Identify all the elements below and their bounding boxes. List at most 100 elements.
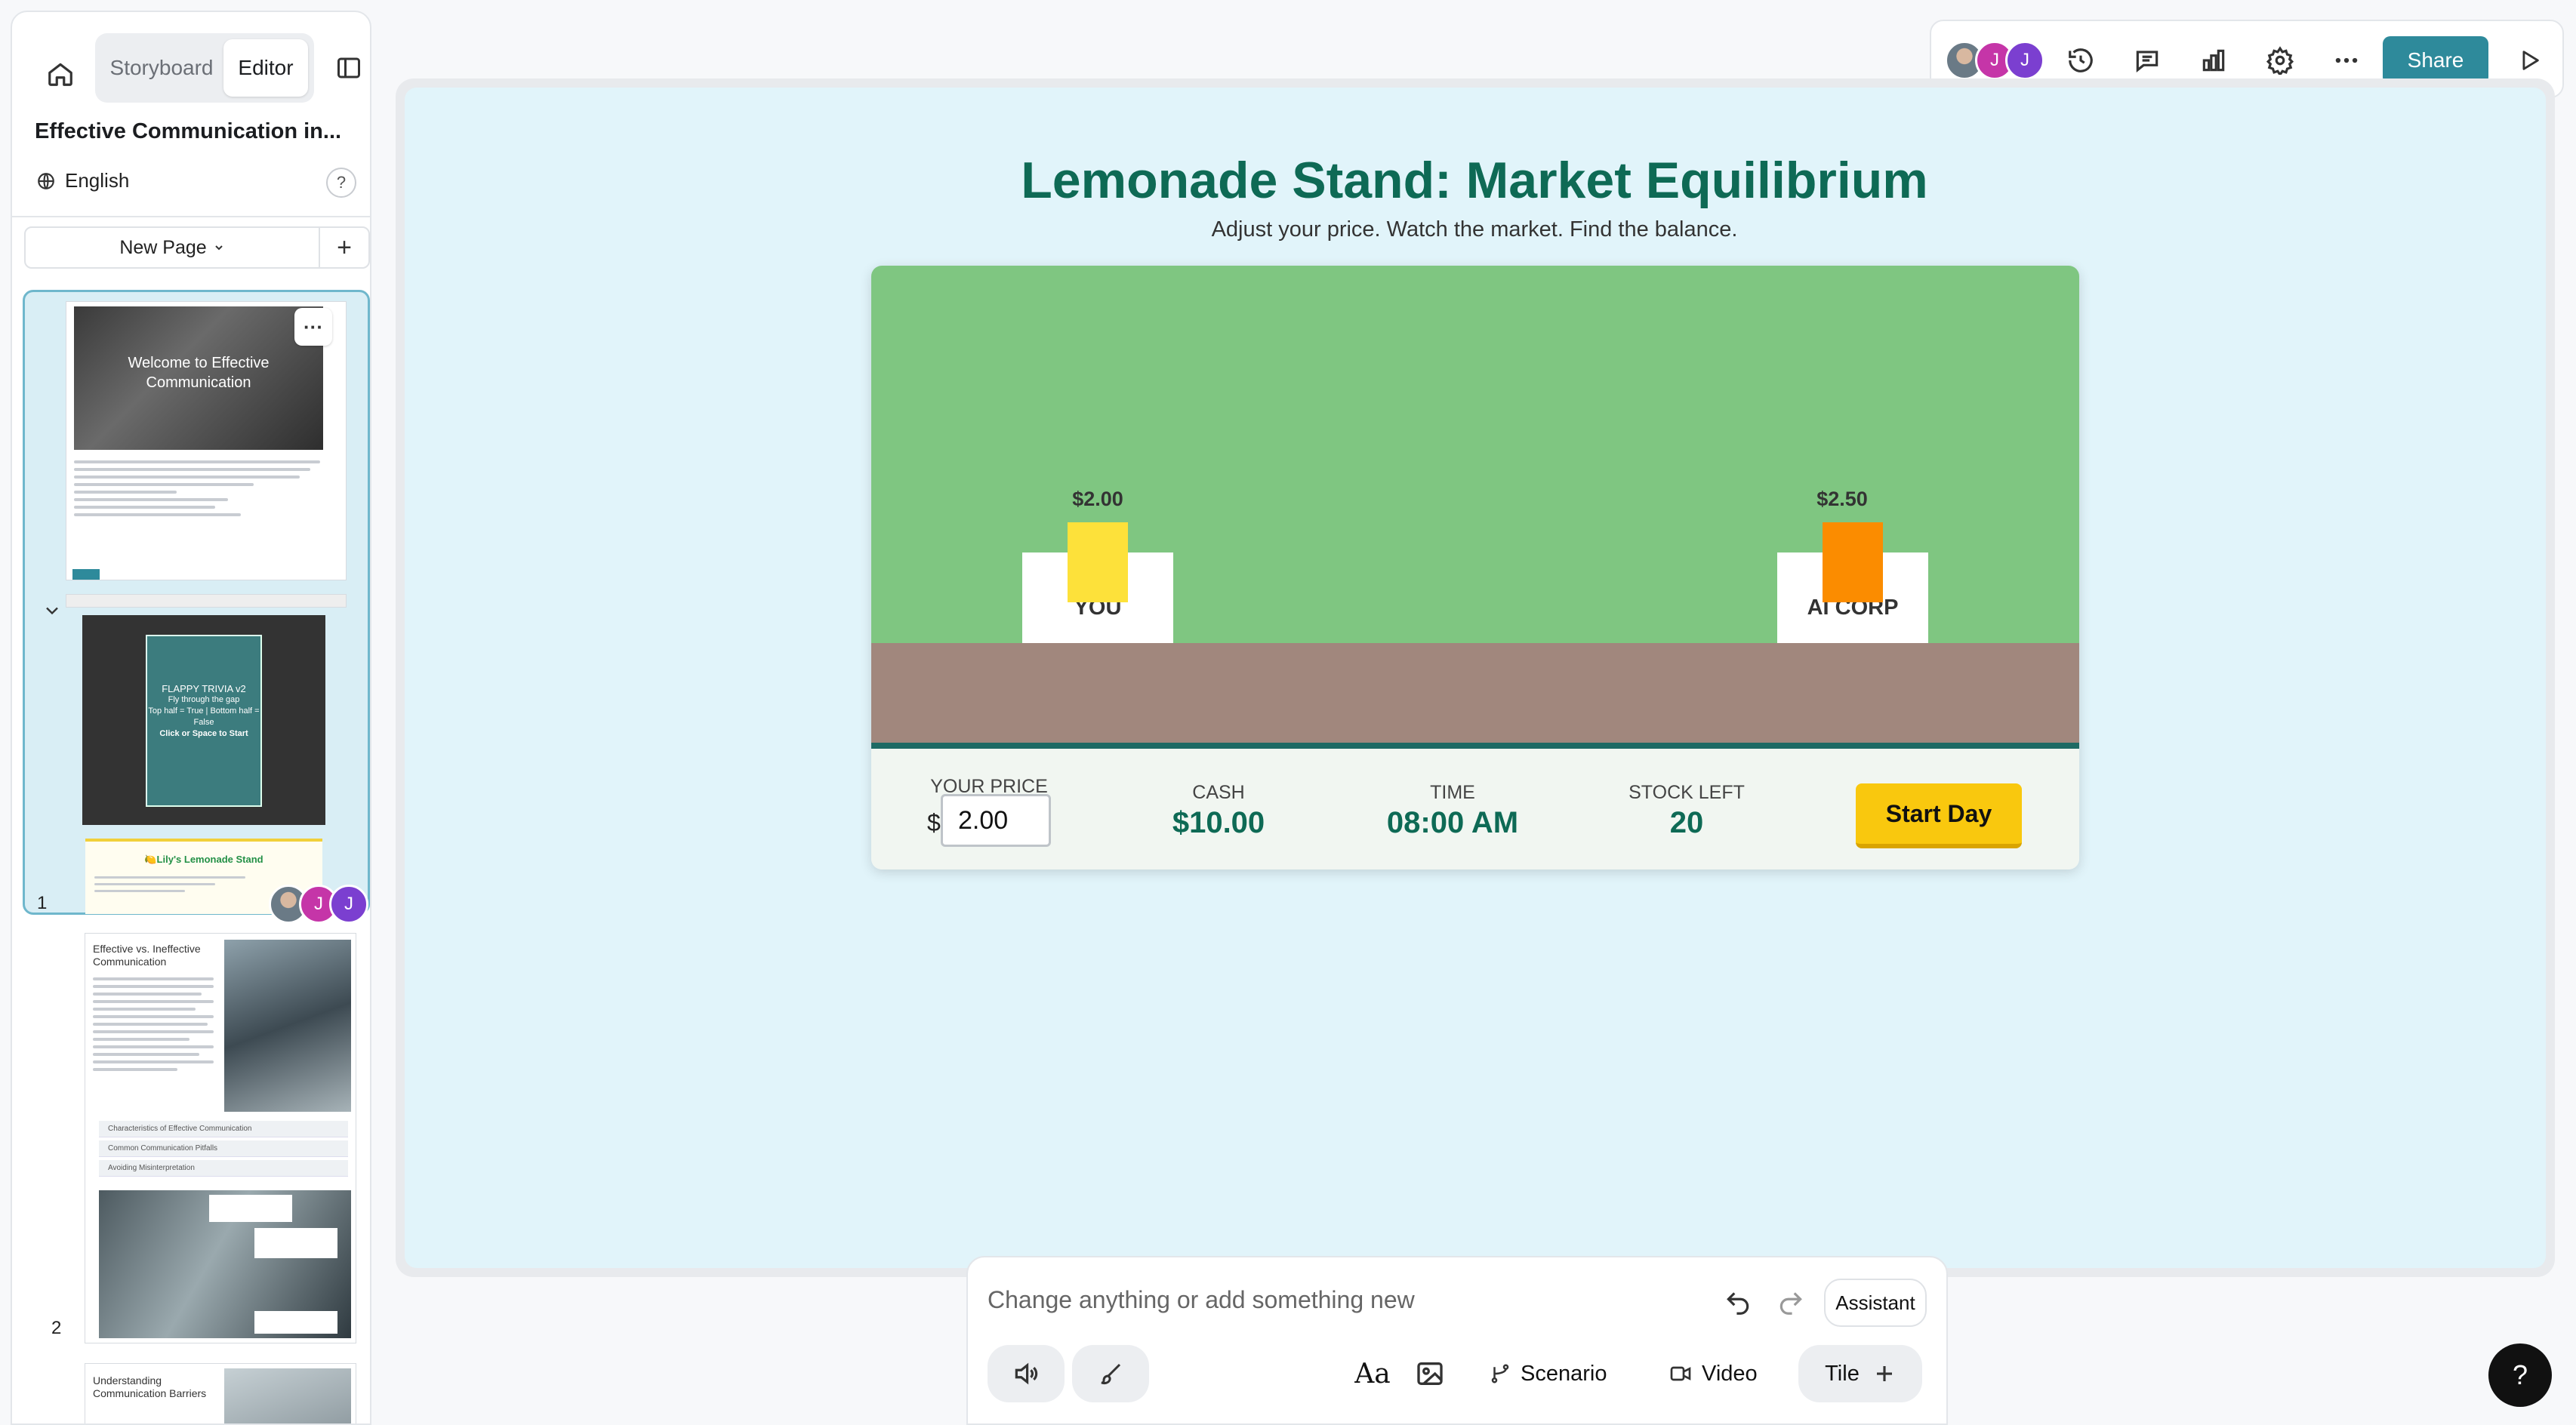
lemonade-thumb-title: 🍋Lily's Lemonade Stand xyxy=(144,854,263,865)
mode-toggle: Storyboard Editor xyxy=(95,33,314,103)
start-day-button[interactable]: Start Day xyxy=(1856,783,2022,848)
text-style-button[interactable]: Aa xyxy=(1351,1345,1394,1402)
tab-storyboard[interactable]: Storyboard xyxy=(101,39,222,97)
speech-bubble xyxy=(254,1228,337,1258)
scenario-button[interactable]: Scenario xyxy=(1489,1345,1607,1402)
accordion-item[interactable]: Common Communication Pitfalls xyxy=(99,1140,348,1157)
composer-input[interactable]: Change anything or add something new xyxy=(988,1286,1667,1314)
ai-composer: Change anything or add something new Ass… xyxy=(966,1256,1948,1425)
page-3-heading: Understanding Communication Barriers xyxy=(93,1374,207,1399)
audio-button[interactable] xyxy=(988,1345,1065,1402)
new-page-button[interactable]: New Page xyxy=(26,228,320,267)
time-value: 08:00 AM xyxy=(1386,806,1519,839)
history-button[interactable] xyxy=(2061,41,2100,80)
page-2-accordion: Characteristics of Effective Communicati… xyxy=(99,1121,348,1184)
page-menu-button[interactable]: ··· xyxy=(294,308,332,346)
home-icon xyxy=(48,63,72,86)
play-icon xyxy=(2522,51,2539,70)
video-label: Video xyxy=(1702,1361,1758,1386)
thumb-welcome-title: Welcome to Effective Communication xyxy=(128,355,270,391)
tab-editor[interactable]: Editor xyxy=(223,39,308,97)
lemonade-game[interactable]: YOU $2.00 AI CORP $2.50 YOUR PRICE $ CAS… xyxy=(871,266,2079,869)
tile-label: Tile xyxy=(1825,1361,1860,1386)
redo-icon xyxy=(1779,1292,1802,1315)
share-button[interactable]: Share xyxy=(2383,36,2488,85)
ai-corp-lemonade-cup xyxy=(1823,522,1883,602)
language-selector[interactable]: English xyxy=(36,169,129,192)
speaker-icon xyxy=(1015,1362,1038,1385)
new-page-bar: New Page + xyxy=(24,226,370,269)
page-1-thumb-welcome[interactable]: Welcome to Effective Communication ··· xyxy=(66,301,347,580)
page-3-photo xyxy=(224,1368,351,1423)
flappy-line-2: Top half = True | Bottom half = False xyxy=(148,706,260,727)
branch-icon xyxy=(1491,1364,1509,1383)
accordion-item[interactable]: Avoiding Misinterpretation xyxy=(99,1160,348,1177)
scenario-label: Scenario xyxy=(1521,1361,1607,1386)
lemonade-thumb-lines xyxy=(94,876,245,897)
flappy-title: FLAPPY TRIVIA v2 xyxy=(162,683,246,694)
chevron-down-icon xyxy=(214,245,223,251)
thumb-photo: Welcome to Effective Communication xyxy=(74,306,323,450)
help-button[interactable]: ? xyxy=(2488,1343,2552,1407)
game-title: Lemonade Stand: Market Equilibrium xyxy=(1021,152,1928,209)
style-button[interactable] xyxy=(1072,1345,1149,1402)
gear-icon xyxy=(2266,46,2294,75)
game-subtitle: Adjust your price. Watch the market. Fin… xyxy=(1211,217,1738,242)
road-edge xyxy=(871,743,2079,749)
stock-left-label: STOCK LEFT xyxy=(1628,782,1745,803)
collaborator-avatars[interactable]: J J xyxy=(1945,41,2044,80)
you-price-tag: $2.00 xyxy=(1072,488,1123,510)
undo-button[interactable] xyxy=(1717,1282,1759,1324)
brush-icon xyxy=(1101,1363,1121,1385)
home-button[interactable] xyxy=(32,45,89,103)
plus-icon xyxy=(1876,1366,1892,1381)
page-1-collaborators: J J xyxy=(269,885,368,924)
video-button[interactable]: Video xyxy=(1669,1345,1758,1402)
chevron-down-icon xyxy=(46,607,58,615)
course-title[interactable]: Effective Communication in... xyxy=(35,119,359,144)
toggle-sidebar-button[interactable] xyxy=(320,39,370,97)
speech-bubble xyxy=(209,1195,292,1222)
comment-icon xyxy=(2136,51,2158,72)
page-3-thumb[interactable]: Understanding Communication Barriers xyxy=(85,1363,356,1423)
page-2-thumb[interactable]: Effective vs. Ineffective Communication … xyxy=(85,933,356,1343)
tile-button[interactable]: Tile xyxy=(1798,1345,1922,1402)
new-page-label: New Page xyxy=(119,236,207,258)
thumb-spacer xyxy=(66,594,347,608)
globe-icon xyxy=(38,172,54,189)
page-number: 1 xyxy=(37,893,48,913)
time-label: TIME xyxy=(1430,782,1475,803)
analytics-button[interactable] xyxy=(2194,41,2233,80)
flappy-cta: Click or Space to Start xyxy=(159,729,248,738)
settings-button[interactable] xyxy=(2260,41,2300,80)
flappy-line-1: Fly through the gap xyxy=(168,695,240,704)
comments-button[interactable] xyxy=(2128,41,2167,80)
stock-left-value: 20 xyxy=(1669,806,1704,839)
assistant-button[interactable]: Assistant xyxy=(1824,1279,1927,1327)
image-icon xyxy=(1417,1362,1443,1385)
image-button[interactable] xyxy=(1410,1345,1450,1402)
add-page-button[interactable]: + xyxy=(320,228,368,267)
ai-corp-price-tag: $2.50 xyxy=(1816,488,1868,510)
accordion-item[interactable]: Characteristics of Effective Communicati… xyxy=(99,1121,348,1137)
redo-button[interactable] xyxy=(1770,1282,1812,1324)
preview-button[interactable] xyxy=(2510,41,2549,80)
your-price-input[interactable] xyxy=(941,794,1051,847)
language-help-button[interactable]: ? xyxy=(326,168,356,198)
avatar: J xyxy=(329,885,368,924)
flappy-panel: FLAPPY TRIVIA v2 Fly through the gap Top… xyxy=(146,635,262,807)
more-icon xyxy=(2335,57,2358,63)
language-label: English xyxy=(65,169,130,192)
thumb-text-lines xyxy=(74,460,331,521)
text-style-icon: Aa xyxy=(1354,1358,1391,1390)
page-1-group[interactable]: Welcome to Effective Communication ··· F… xyxy=(23,290,370,915)
analytics-icon xyxy=(2202,49,2225,72)
undo-icon xyxy=(1727,1292,1749,1315)
video-icon xyxy=(1670,1366,1691,1381)
more-button[interactable] xyxy=(2327,41,2366,80)
collapse-page-button[interactable] xyxy=(42,600,63,625)
page-number: 2 xyxy=(51,1318,62,1338)
game-hud: YOUR PRICE $ CASH $10.00 TIME 08:00 AM S… xyxy=(871,749,2079,869)
page-1-thumb-flappy[interactable]: FLAPPY TRIVIA v2 Fly through the gap Top… xyxy=(82,615,325,825)
sidebar-divider xyxy=(12,216,370,217)
